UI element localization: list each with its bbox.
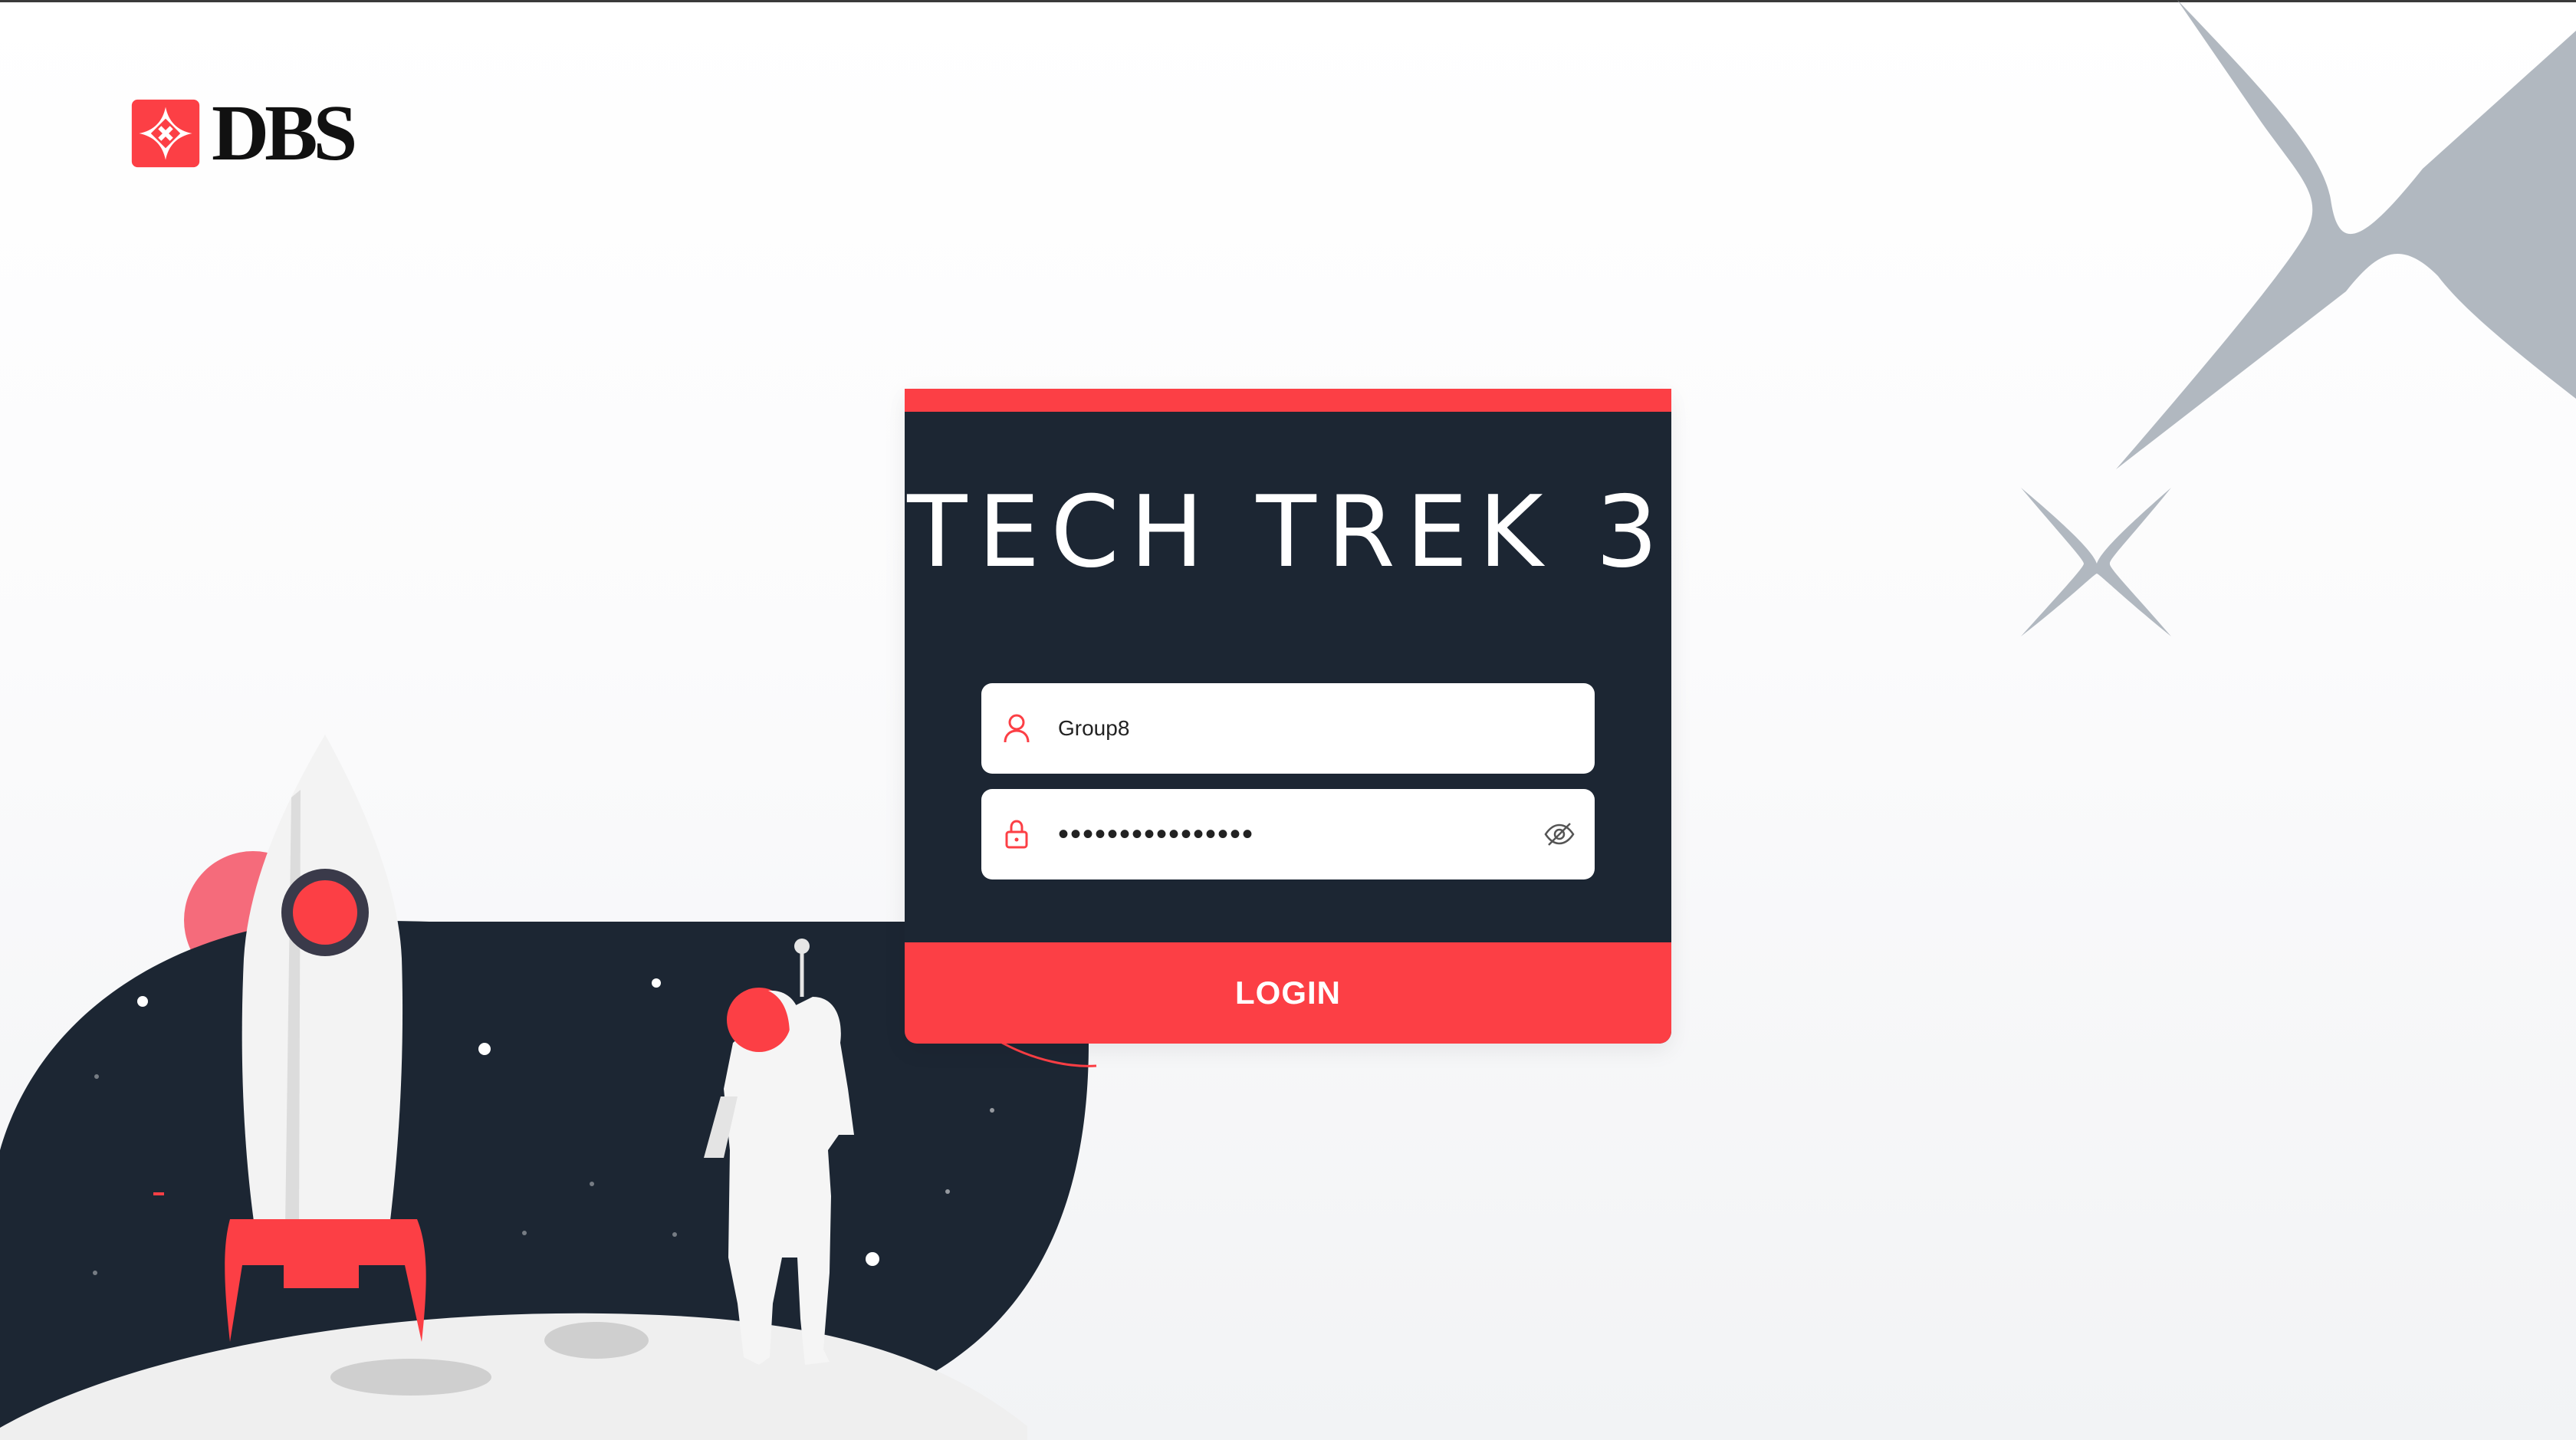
star-dot [93,1271,97,1275]
star-dot [590,1182,594,1186]
card-accent-bar [905,389,1671,412]
username-input[interactable]: Group8 [1058,716,1595,741]
login-card: TECH TREK 3 Group8 •••••••••••••••• LOGI… [905,389,1671,1044]
large-sparkle-star [2116,0,2576,469]
star-dot [652,978,661,988]
star-dot [478,1043,491,1055]
dbs-star-logo-icon [131,99,200,168]
rocket [225,735,426,1342]
username-field[interactable]: Group8 [981,683,1595,774]
star-dot [945,1189,950,1194]
small-sparkle-star [2021,488,2171,636]
red-star-dash [153,1192,164,1195]
moon-crater [544,1322,649,1359]
lock-icon [1000,817,1033,851]
star-dot [672,1232,677,1237]
logo-wordmark: DBS [212,89,357,177]
star-dot [94,1074,99,1079]
eye-off-icon[interactable] [1541,816,1578,853]
dbs-logo: DBS [129,89,357,177]
moon-crater [330,1359,491,1396]
login-button[interactable]: LOGIN [905,942,1671,1044]
star-dot [522,1231,527,1235]
password-field[interactable]: •••••••••••••••• [981,789,1595,879]
password-input[interactable]: •••••••••••••••• [1058,817,1541,852]
user-icon [1000,712,1033,745]
login-title: TECH TREK 3 [907,475,1669,590]
star-dot [990,1108,994,1113]
star-dot [137,996,148,1007]
star-dot [866,1252,879,1266]
